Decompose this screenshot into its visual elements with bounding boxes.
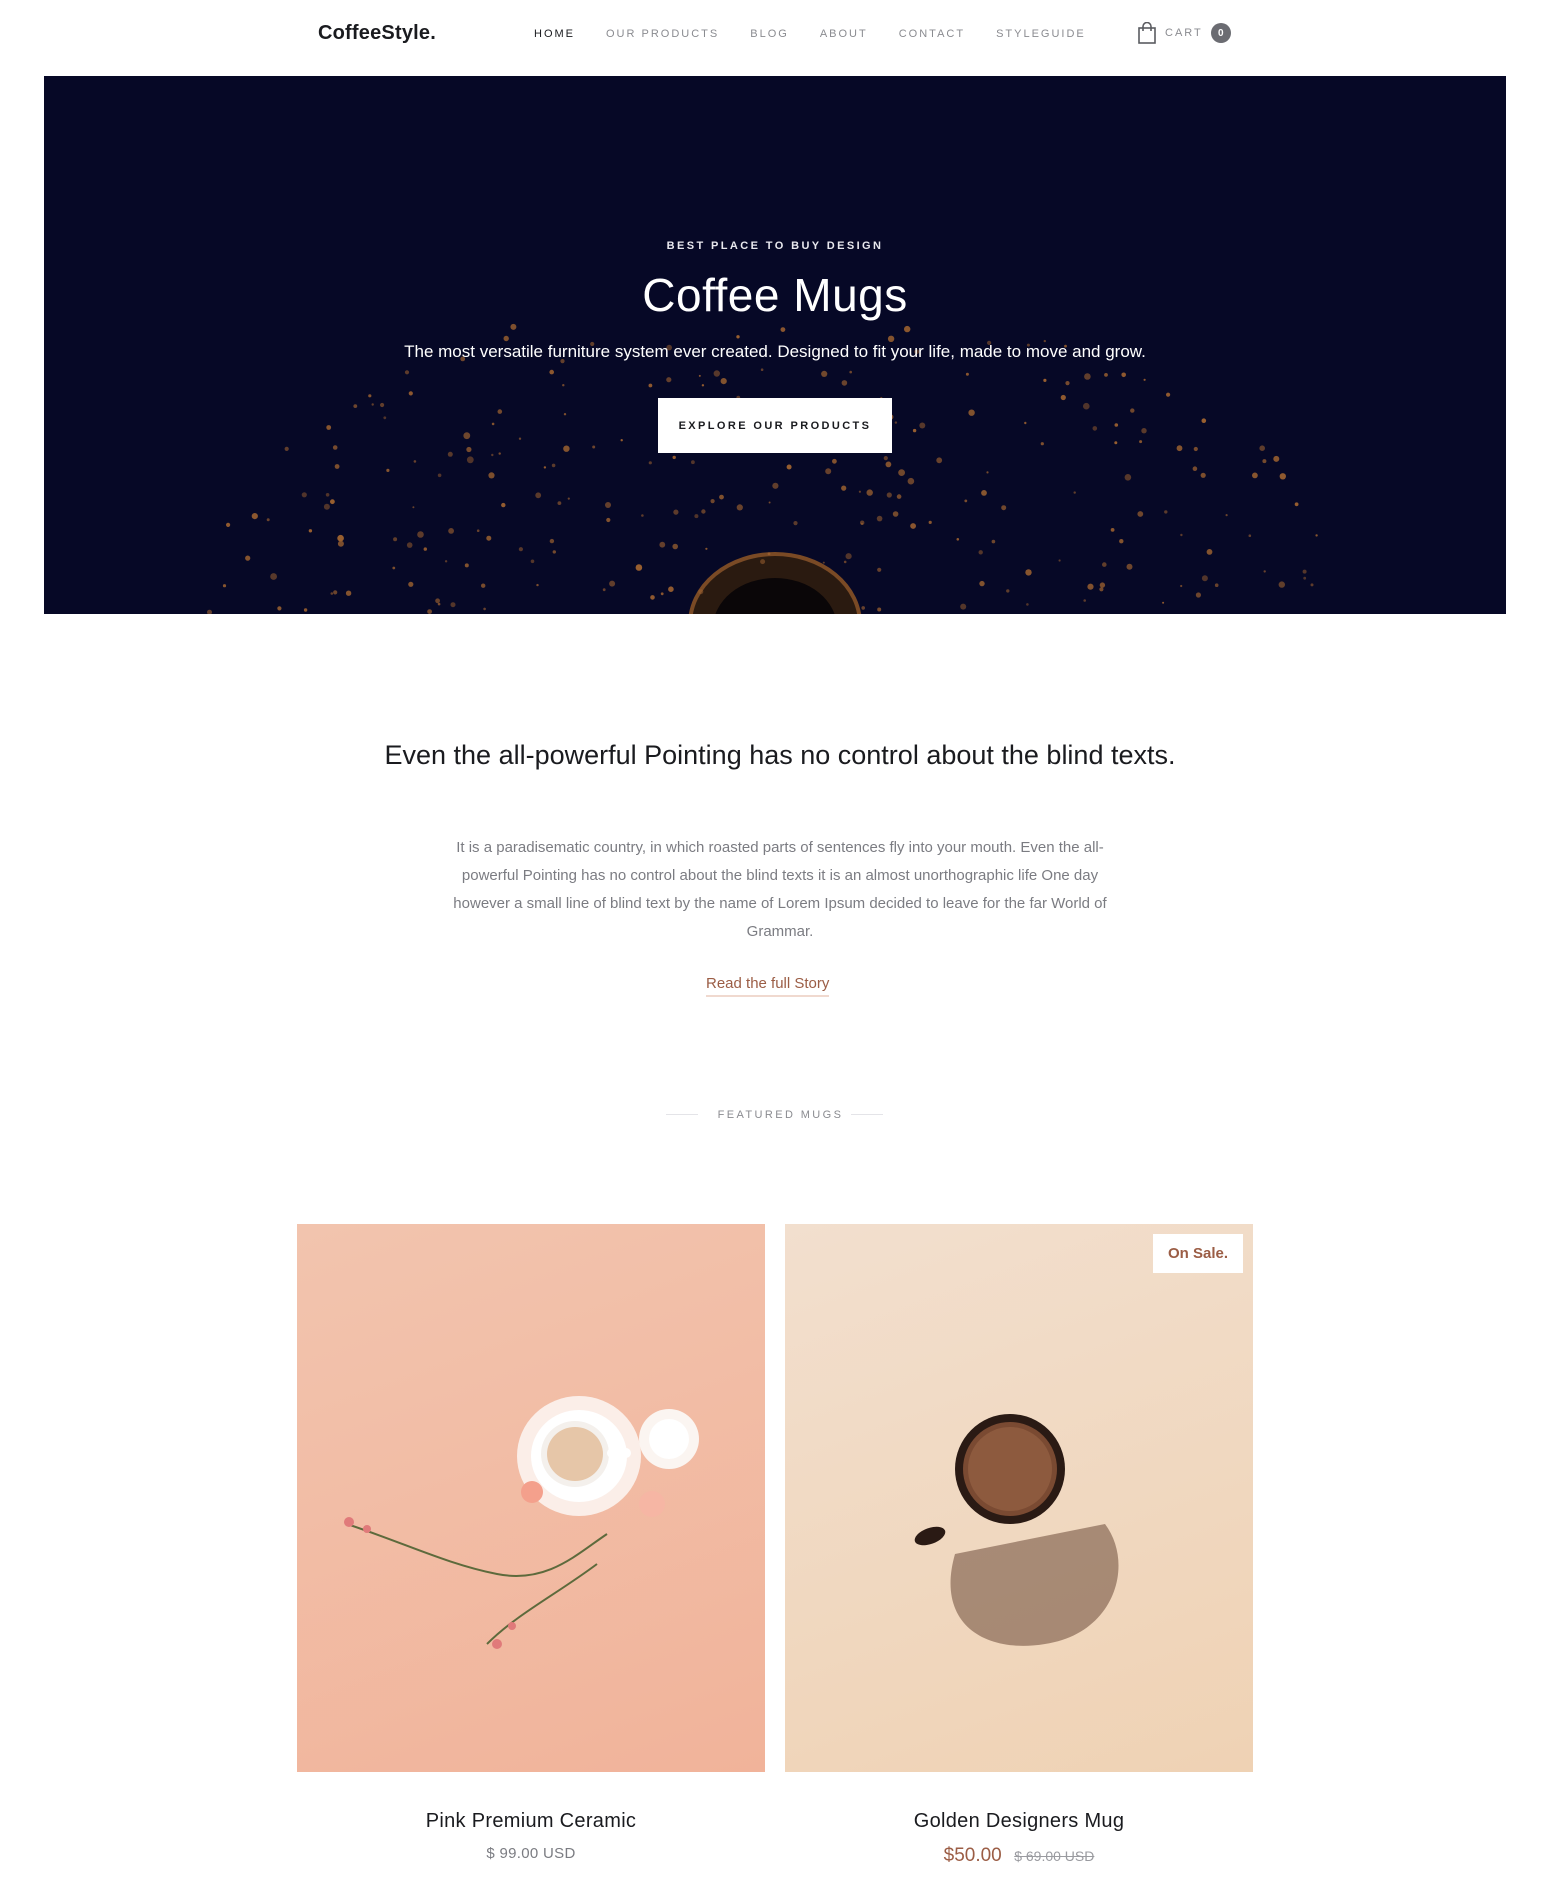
on-sale-badge: On Sale.	[1152, 1234, 1243, 1273]
nav-item-blog[interactable]: BLOG	[750, 28, 789, 40]
product-name[interactable]: Pink Premium Ceramic	[297, 1810, 765, 1833]
product-card[interactable]: Pink Premium Ceramic $ 99.00 USD	[297, 1224, 765, 1863]
price-row: $50.00 $ 69.00 USD	[785, 1845, 1253, 1867]
main-menu: HOME OUR PRODUCTS BLOG ABOUT CONTACT STY…	[534, 28, 1117, 40]
read-full-story-link[interactable]: Read the full Story	[706, 975, 830, 997]
explore-products-button[interactable]: EXPLORE OUR PRODUCTS	[658, 398, 892, 453]
nav-item-our-products[interactable]: OUR PRODUCTS	[606, 28, 719, 40]
cart-count-badge: 0	[1210, 23, 1231, 43]
nav-item-about[interactable]: ABOUT	[820, 28, 868, 40]
product-price: $ 99.00 USD	[486, 1845, 576, 1862]
nav-item-home[interactable]: HOME	[534, 28, 575, 40]
shopping-bag-icon	[1137, 21, 1157, 44]
hero-eyebrow: BEST PLACE TO BUY DESIGN	[666, 240, 884, 252]
featured-section-label: FEATURED MUGS	[0, 1105, 1561, 1123]
nav-item-styleguide[interactable]: STYLEGUIDE	[996, 28, 1086, 40]
product-image[interactable]	[297, 1224, 765, 1772]
cart-label: CART	[1165, 27, 1203, 39]
cart-button[interactable]: CART 0	[1137, 21, 1231, 44]
product-image[interactable]: On Sale.	[785, 1224, 1253, 1772]
divider-right	[851, 1114, 883, 1115]
hero-subtitle: The most versatile furniture system ever…	[404, 342, 1146, 361]
hero-banner: BEST PLACE TO BUY DESIGN Coffee Mugs The…	[44, 76, 1506, 614]
nav-item-contact[interactable]: CONTACT	[899, 28, 965, 40]
featured-label: FEATURED MUGS	[717, 1109, 844, 1121]
sale-price: $50.00	[943, 1845, 1002, 1866]
story-heading: Even the all-powerful Pointing has no co…	[384, 740, 1176, 770]
original-price: $ 69.00 USD	[1014, 1848, 1095, 1864]
product-name[interactable]: Golden Designers Mug	[785, 1810, 1253, 1833]
story-body: It is a paradisematic country, in which …	[453, 839, 1107, 940]
top-navigation: CoffeeStyle. HOME OUR PRODUCTS BLOG ABOU…	[0, 0, 1561, 76]
price-row: $ 99.00 USD	[297, 1845, 765, 1863]
brand-logo[interactable]: CoffeeStyle.	[318, 22, 436, 45]
hero-title: Coffee Mugs	[642, 269, 908, 321]
product-card[interactable]: On Sale. Golden Designers Mug $50.00 $ 6…	[785, 1224, 1253, 1867]
